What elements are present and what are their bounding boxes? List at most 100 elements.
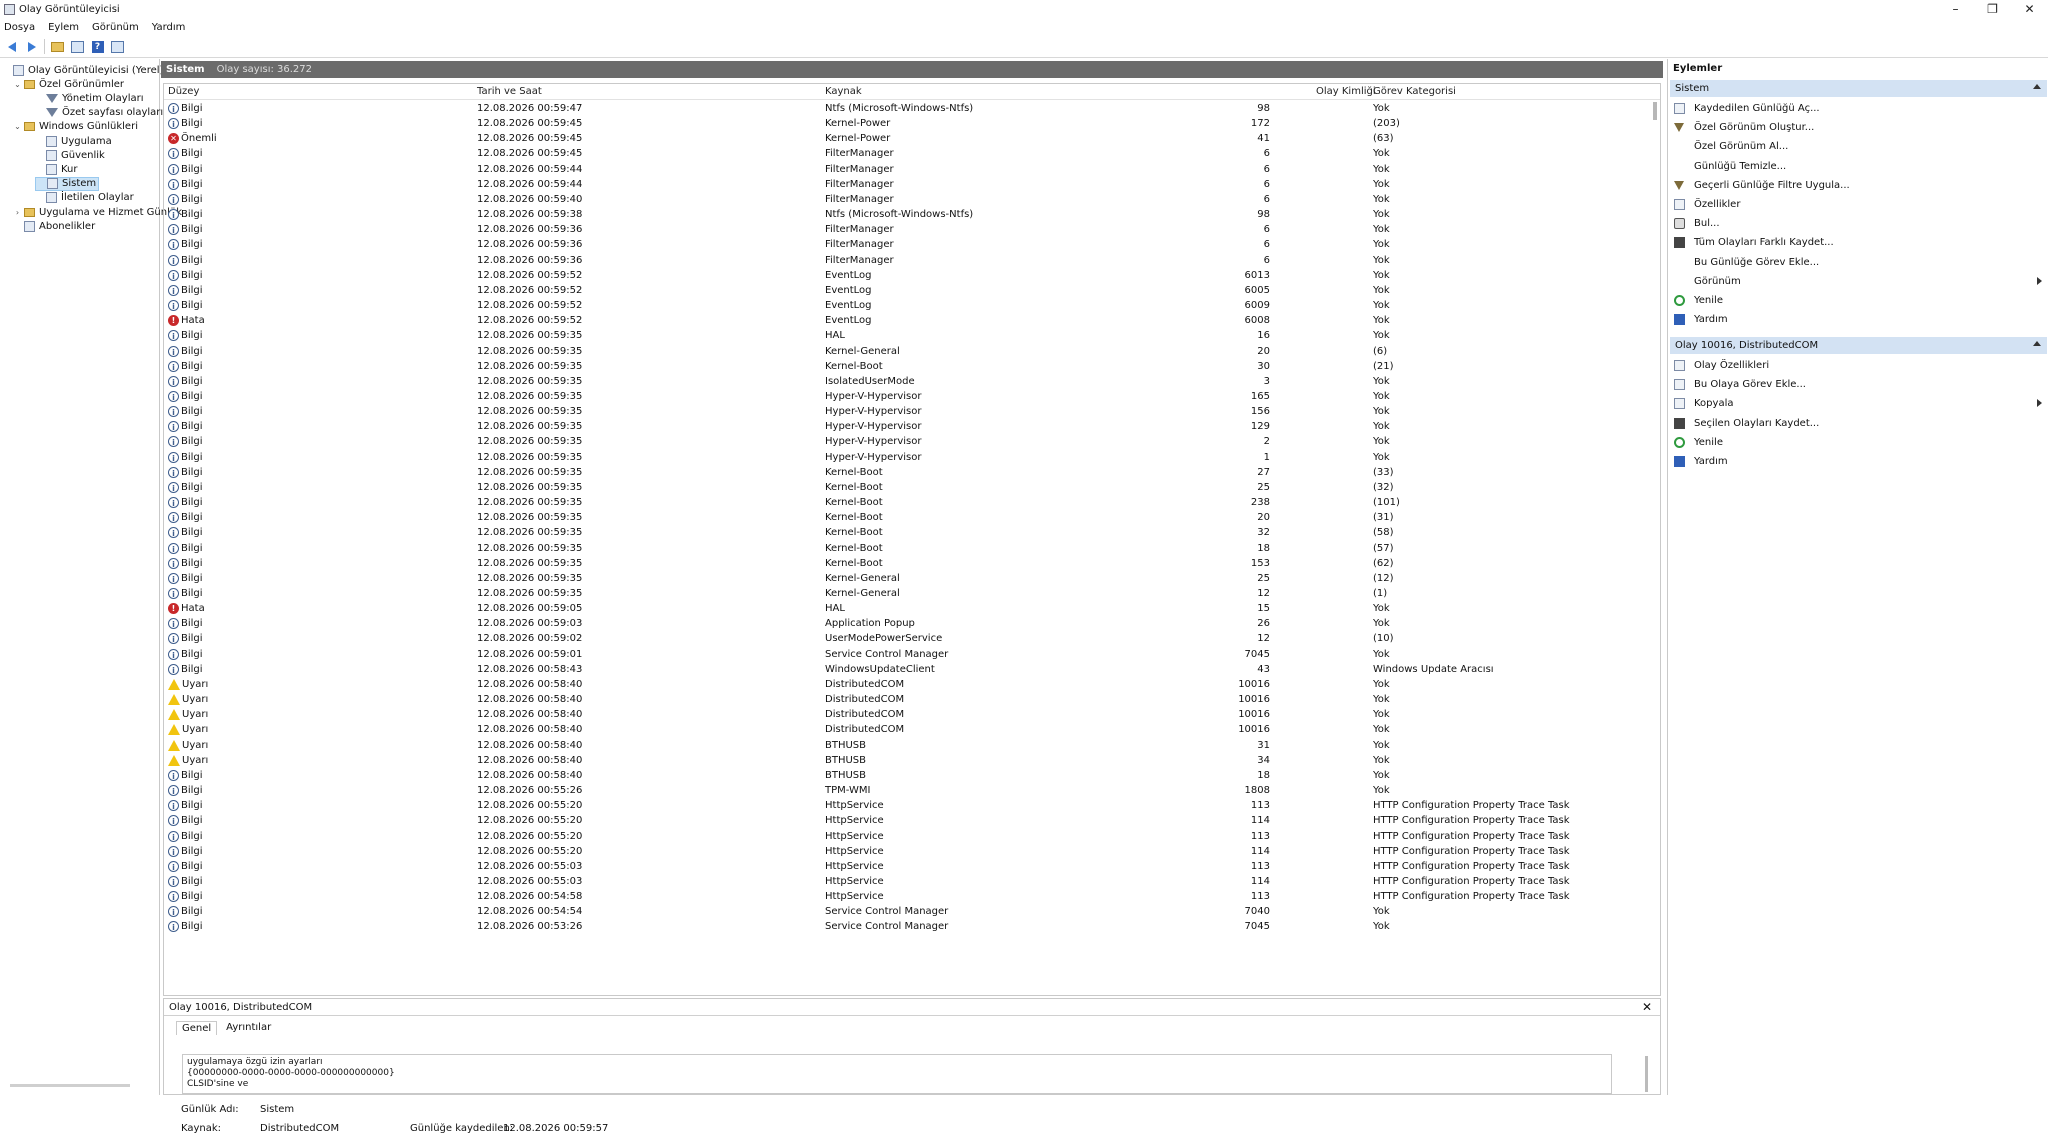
table-row[interactable]: i Bilgi 12.08.2026 00:59:35 Hyper-V-Hypervi… (164, 451, 1644, 466)
table-row[interactable]: i Bilgi 12.08.2026 00:53:26 Service Control… (164, 920, 1644, 935)
menu-file[interactable]: Dosya (4, 22, 35, 33)
table-row[interactable]: i Bilgi 12.08.2026 00:59:44 FilterManager 6 Y… (164, 163, 1644, 178)
menu-help[interactable]: Yardım (152, 22, 186, 33)
table-row[interactable]: Uyarı 12.08.2026 00:58:40 DistributedCOM 10… (164, 693, 1644, 708)
table-row[interactable]: i Bilgi 12.08.2026 00:54:54 Service Control… (164, 905, 1644, 920)
table-row[interactable]: i Bilgi 12.08.2026 00:59:36 FilterManager 6 Y… (164, 254, 1644, 269)
tree-item[interactable]: Abonelikler (13, 219, 95, 233)
minimize-button[interactable]: – (1937, 0, 1974, 18)
tree-item[interactable]: ⌄ Özel Görünümler (13, 77, 124, 91)
collapse-caret-icon[interactable] (2033, 341, 2041, 346)
action-item[interactable]: Bu Olaya Görev Ekle... (1674, 377, 2044, 392)
menu-view[interactable]: Görünüm (92, 22, 139, 33)
table-row[interactable]: i Bilgi 12.08.2026 00:59:35 IsolatedUserMod… (164, 375, 1644, 390)
table-row[interactable]: i Bilgi 12.08.2026 00:59:35 HAL 16 Yok (164, 329, 1644, 344)
tree-item[interactable]: › Uygulama ve Hizmet Günlük (13, 205, 182, 219)
action-item[interactable]: Tüm Olayları Farklı Kaydet... (1674, 235, 2044, 250)
expand-toggle-icon[interactable]: ⌄ (13, 80, 22, 89)
table-row[interactable]: i Bilgi 12.08.2026 00:59:35 Hyper-V-Hypervi… (164, 390, 1644, 405)
table-row[interactable]: ! Hata 12.08.2026 00:59:52 EventLog 6008 Yok (164, 314, 1644, 329)
table-row[interactable]: i Bilgi 12.08.2026 00:59:36 FilterManager 6 Y… (164, 238, 1644, 253)
action-item[interactable]: Kaydedilen Günlüğü Aç... (1674, 101, 2044, 116)
tree-item[interactable]: Yönetim Olayları (35, 91, 144, 105)
event-list-scrollbar[interactable] (1653, 102, 1657, 120)
table-row[interactable]: i Bilgi 12.08.2026 00:59:35 Kernel-General 2… (164, 572, 1644, 587)
expand-toggle-icon[interactable]: › (13, 208, 22, 217)
table-row[interactable]: i Bilgi 12.08.2026 00:59:45 Kernel-Power 172… (164, 117, 1644, 132)
table-row[interactable]: i Bilgi 12.08.2026 00:55:03 HttpService 113 H… (164, 860, 1644, 875)
column-date[interactable]: Tarih ve Saat (477, 86, 542, 97)
table-row[interactable]: Uyarı 12.08.2026 00:58:40 BTHUSB 31 Yok (164, 739, 1644, 754)
table-row[interactable]: i Bilgi 12.08.2026 00:59:35 Kernel-Boot 25 (3… (164, 481, 1644, 496)
table-row[interactable]: i Bilgi 12.08.2026 00:59:35 Hyper-V-Hypervi… (164, 420, 1644, 435)
table-row[interactable]: i Bilgi 12.08.2026 00:59:44 FilterManager 6 Y… (164, 178, 1644, 193)
table-row[interactable]: i Bilgi 12.08.2026 00:59:02 UserModePowerSe… (164, 632, 1644, 647)
column-event-id[interactable]: Olay Kimliği (1316, 86, 1376, 97)
description-scrollbar[interactable] (1645, 1056, 1648, 1092)
forward-button[interactable] (24, 39, 39, 54)
action-item[interactable]: Bul... (1674, 216, 2044, 231)
tree-item[interactable]: Olay Görüntüleyicisi (Yerel) (2, 63, 163, 77)
table-row[interactable]: i Bilgi 12.08.2026 00:58:40 BTHUSB 18 Yok (164, 769, 1644, 784)
expand-toggle-icon[interactable]: ⌄ (13, 122, 22, 131)
action-item[interactable]: Seçilen Olayları Kaydet... (1674, 416, 2044, 431)
event-description[interactable]: uygulamaya özgü izin ayarları {00000000-… (182, 1054, 1612, 1094)
tree-item[interactable]: ⌄ Windows Günlükleri (13, 120, 138, 134)
tree-item[interactable]: Özet sayfası olayları (35, 106, 163, 120)
action-item[interactable]: Özellikler (1674, 197, 2044, 212)
column-source[interactable]: Kaynak (825, 86, 862, 97)
table-row[interactable]: i Bilgi 12.08.2026 00:59:45 FilterManager 6 Y… (164, 147, 1644, 162)
table-row[interactable]: i Bilgi 12.08.2026 00:55:20 HttpService 113 H… (164, 830, 1644, 845)
actions-section-system[interactable]: Sistem (1670, 80, 2047, 97)
table-row[interactable]: i Bilgi 12.08.2026 00:59:52 EventLog 6009 Yok (164, 299, 1644, 314)
menu-action[interactable]: Eylem (48, 22, 79, 33)
action-item[interactable]: Günlüğü Temizle... (1674, 159, 2044, 174)
detail-close-icon[interactable]: ✕ (1642, 1000, 1652, 1014)
tree-item[interactable]: Uygulama (35, 134, 112, 148)
back-button[interactable] (4, 39, 19, 54)
table-row[interactable]: i Bilgi 12.08.2026 00:59:35 Kernel-General 2… (164, 345, 1644, 360)
maximize-button[interactable]: ❐ (1974, 0, 2011, 18)
table-row[interactable]: i Bilgi 12.08.2026 00:55:20 HttpService 113 H… (164, 799, 1644, 814)
table-row[interactable]: i Bilgi 12.08.2026 00:55:20 HttpService 114 H… (164, 845, 1644, 860)
table-row[interactable]: i Bilgi 12.08.2026 00:59:35 Kernel-Boot 18 (5… (164, 542, 1644, 557)
table-row[interactable]: i Bilgi 12.08.2026 00:58:43 WindowsUpdateCl… (164, 663, 1644, 678)
up-level-button[interactable] (50, 39, 65, 54)
table-row[interactable]: i Bilgi 12.08.2026 00:59:36 FilterManager 6 Y… (164, 223, 1644, 238)
table-row[interactable]: i Bilgi 12.08.2026 00:59:35 Kernel-Boot 27 (3… (164, 466, 1644, 481)
table-row[interactable]: i Bilgi 12.08.2026 00:59:40 FilterManager 6 Y… (164, 193, 1644, 208)
table-row[interactable]: Uyarı 12.08.2026 00:58:40 DistributedCOM 10… (164, 708, 1644, 723)
action-item[interactable]: Bu Günlüğe Görev Ekle... (1674, 255, 2044, 270)
table-row[interactable]: ✕ Önemli 12.08.2026 00:59:45 Kernel-Power 41… (164, 132, 1644, 147)
table-row[interactable]: i Bilgi 12.08.2026 00:59:35 Kernel-Boot 20 (3… (164, 511, 1644, 526)
table-row[interactable]: i Bilgi 12.08.2026 00:59:01 Service Control… (164, 648, 1644, 663)
action-item[interactable]: Özel Görünüm Al... (1674, 139, 2044, 154)
action-item[interactable]: Özel Görünüm Oluştur... (1674, 120, 2044, 135)
table-row[interactable]: i Bilgi 12.08.2026 00:59:35 Hyper-V-Hypervi… (164, 435, 1644, 450)
table-row[interactable]: i Bilgi 12.08.2026 00:59:38 Ntfs (Microsoft… (164, 208, 1644, 223)
show-hide-console-tree-button[interactable] (70, 39, 85, 54)
table-row[interactable]: i Bilgi 12.08.2026 00:59:52 EventLog 6013 Yok (164, 269, 1644, 284)
table-row[interactable]: i Bilgi 12.08.2026 00:59:35 Kernel-Boot 153 (… (164, 557, 1644, 572)
action-item[interactable]: Yenile (1674, 293, 2044, 308)
column-level[interactable]: Düzey (168, 86, 199, 97)
table-row[interactable]: i Bilgi 12.08.2026 00:59:35 Kernel-Boot 30 (2… (164, 360, 1644, 375)
action-item[interactable]: Kopyala (1674, 396, 2044, 411)
tree-item[interactable]: Kur (35, 162, 78, 176)
table-row[interactable]: i Bilgi 12.08.2026 00:55:20 HttpService 114 H… (164, 814, 1644, 829)
table-row[interactable]: Uyarı 12.08.2026 00:58:40 DistributedCOM 10… (164, 723, 1644, 738)
table-row[interactable]: i Bilgi 12.08.2026 00:59:03 Application Pop… (164, 617, 1644, 632)
table-row[interactable]: i Bilgi 12.08.2026 00:59:35 Kernel-Boot 32 (5… (164, 526, 1644, 541)
actions-section-event[interactable]: Olay 10016, DistributedCOM (1670, 337, 2047, 354)
collapse-caret-icon[interactable] (2033, 84, 2041, 89)
action-item[interactable]: Yardım (1674, 312, 2044, 327)
table-row[interactable]: i Bilgi 12.08.2026 00:59:35 Kernel-General 1… (164, 587, 1644, 602)
tree-item[interactable]: Sistem (35, 176, 100, 191)
table-row[interactable]: ! Hata 12.08.2026 00:59:05 HAL 15 Yok (164, 602, 1644, 617)
tab-general[interactable]: Genel (176, 1021, 218, 1035)
close-button[interactable]: ✕ (2011, 0, 2048, 18)
table-row[interactable]: i Bilgi 12.08.2026 00:59:35 Hyper-V-Hypervi… (164, 405, 1644, 420)
action-item[interactable]: Yardım (1674, 454, 2044, 469)
tree-scrollbar[interactable] (10, 1084, 130, 1087)
tab-details[interactable]: Ayrıntılar (221, 1021, 276, 1035)
